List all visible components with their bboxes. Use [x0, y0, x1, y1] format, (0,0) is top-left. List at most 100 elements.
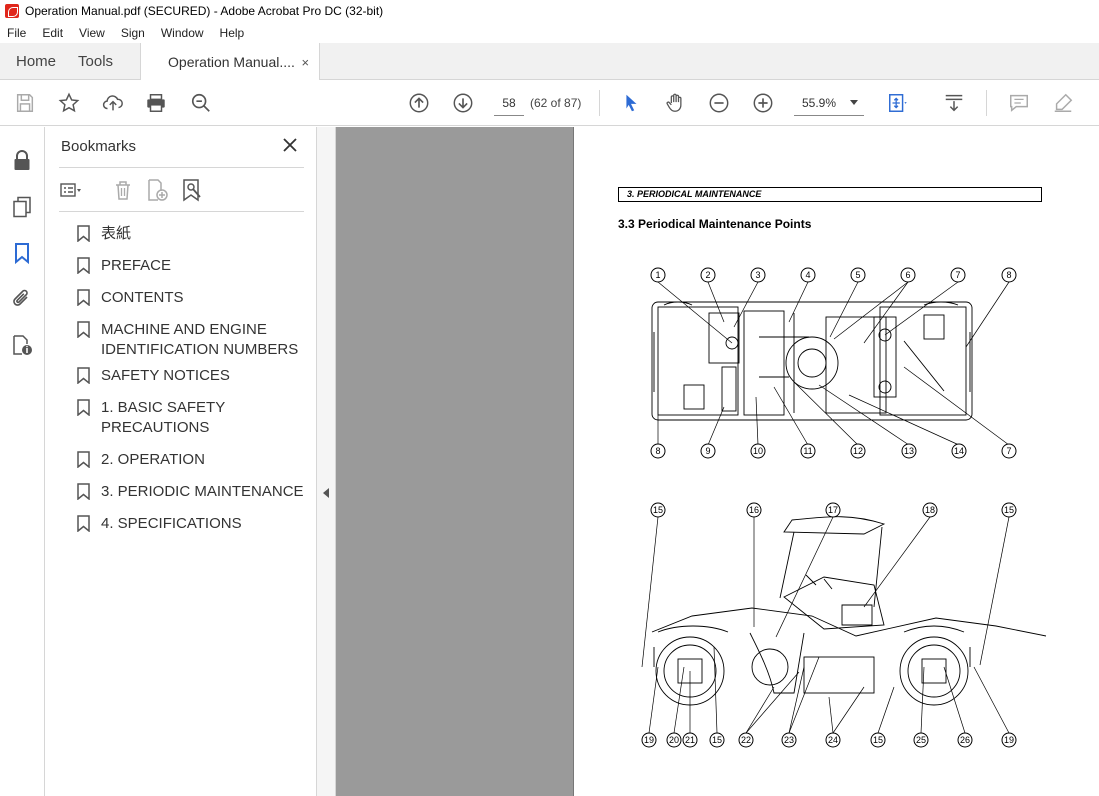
- bookmark-item[interactable]: 1. BASIC SAFETY PRECAUTIONS: [77, 398, 317, 438]
- menu-bar: File Edit View Sign Window Help: [0, 22, 1099, 43]
- comment-icon[interactable]: [1007, 91, 1031, 115]
- bookmark-item[interactable]: 表紙: [77, 224, 317, 244]
- close-tab-icon[interactable]: ×: [301, 55, 309, 70]
- svg-text:1: 1: [655, 270, 660, 280]
- tab-tools[interactable]: Tools: [72, 43, 129, 79]
- bookmark-item[interactable]: CONTENTS: [77, 288, 317, 308]
- divider: [59, 167, 304, 168]
- bookmark-icon: [77, 225, 90, 242]
- star-icon[interactable]: [57, 91, 81, 115]
- previous-page-icon[interactable]: [407, 91, 431, 115]
- toolbar-separator: [599, 90, 600, 116]
- bookmark-list: 表紙 PREFACE CONTENTS MACHINE AND ENGINE I…: [77, 224, 317, 546]
- panel-collapse-handle[interactable]: [317, 127, 336, 796]
- print-icon[interactable]: [144, 91, 168, 115]
- chevron-down-icon: [850, 100, 858, 105]
- svg-text:15: 15: [873, 735, 883, 745]
- callout-bubble: 7: [950, 267, 966, 283]
- zoom-search-icon[interactable]: [189, 91, 213, 115]
- bookmark-item[interactable]: 3. PERIODIC MAINTENANCE: [77, 482, 317, 502]
- callout-bubble: 6: [900, 267, 916, 283]
- menu-help[interactable]: Help: [212, 26, 253, 40]
- svg-text:7: 7: [955, 270, 960, 280]
- callout-bubble: 2: [700, 267, 716, 283]
- svg-text:19: 19: [1004, 735, 1014, 745]
- bookmark-item[interactable]: 2. OPERATION: [77, 450, 317, 470]
- new-bookmark-icon[interactable]: [145, 178, 171, 204]
- callouts-side-view-lower: 19 20 21 15 22 23 24 15 25 26 19: [641, 732, 1017, 748]
- save-icon[interactable]: [13, 91, 37, 115]
- bookmark-label: PREFACE: [101, 257, 172, 274]
- bookmark-item[interactable]: 4. SPECIFICATIONS: [77, 514, 317, 534]
- svg-text:14: 14: [954, 446, 964, 456]
- document-info-icon[interactable]: [10, 333, 34, 357]
- bookmark-item[interactable]: MACHINE AND ENGINE IDENTIFICATION NUMBER…: [77, 320, 317, 360]
- callout-bubble: 4: [800, 267, 816, 283]
- bookmark-label: CONTENTS: [101, 289, 184, 306]
- highlight-pen-icon[interactable]: [1051, 91, 1075, 115]
- select-cursor-icon[interactable]: [619, 91, 643, 115]
- bookmark-item[interactable]: PREFACE: [77, 256, 317, 276]
- bookmark-icon: [77, 321, 90, 338]
- tab-document-label: Operation Manual....: [168, 54, 295, 70]
- delete-bookmark-icon[interactable]: [111, 178, 137, 204]
- page-number-input[interactable]: 58: [494, 90, 524, 116]
- bookmark-item[interactable]: SAFETY NOTICES: [77, 366, 317, 386]
- zoom-out-icon[interactable]: [707, 91, 731, 115]
- callout-bubble: 8: [1001, 267, 1017, 283]
- tab-bar: Home Tools Operation Manual.... ×: [0, 43, 1099, 81]
- bookmarks-title: Bookmarks: [61, 138, 137, 155]
- callout-bubble: 14: [951, 443, 967, 459]
- svg-text:18: 18: [925, 505, 935, 515]
- menu-sign[interactable]: Sign: [113, 26, 153, 40]
- callout-bubble: 19: [1001, 732, 1017, 748]
- close-icon[interactable]: [280, 135, 300, 155]
- callouts-top-view-lower: 8 9 10 11 12 13 14 7: [650, 443, 1017, 459]
- callout-bubble: 11: [800, 443, 816, 459]
- callout-bubble: 19: [641, 732, 657, 748]
- svg-text:6: 6: [905, 270, 910, 280]
- bookmark-panel-icon[interactable]: [10, 241, 34, 265]
- callout-bubble: 25: [913, 732, 929, 748]
- zoom-select[interactable]: 55.9%: [794, 90, 864, 116]
- callout-bubble: 9: [700, 443, 716, 459]
- next-page-icon[interactable]: [451, 91, 475, 115]
- svg-text:21: 21: [685, 735, 695, 745]
- tab-document[interactable]: Operation Manual.... ×: [140, 43, 321, 81]
- bookmark-icon: [77, 483, 90, 500]
- svg-text:8: 8: [1006, 270, 1011, 280]
- menu-file[interactable]: File: [0, 26, 34, 40]
- bookmark-label: 1. BASIC SAFETY PRECAUTIONS: [101, 399, 225, 436]
- page-fit-icon[interactable]: [886, 91, 910, 115]
- callout-bubble: 15: [870, 732, 886, 748]
- bookmark-icon: [77, 451, 90, 468]
- svg-text:3: 3: [755, 270, 760, 280]
- top-view-machine: [651, 301, 973, 421]
- tab-home[interactable]: Home: [0, 43, 72, 79]
- side-view-machine: [651, 516, 1047, 706]
- callout-bubble: 13: [901, 443, 917, 459]
- callouts-side-view-upper: 15 16 17 18 15: [650, 502, 1017, 518]
- svg-text:11: 11: [803, 446, 812, 456]
- callout-bubble: 7: [1001, 443, 1017, 459]
- svg-text:17: 17: [828, 505, 838, 515]
- zoom-in-icon[interactable]: [751, 91, 775, 115]
- scroll-mode-icon[interactable]: [942, 91, 966, 115]
- bookmark-options-icon[interactable]: [59, 178, 85, 204]
- menu-window[interactable]: Window: [153, 26, 212, 40]
- pages-thumbnail-icon[interactable]: [10, 195, 34, 219]
- bookmark-label: 2. OPERATION: [101, 451, 205, 468]
- svg-text:5: 5: [855, 270, 860, 280]
- window-title: Operation Manual.pdf (SECURED) - Adobe A…: [25, 4, 384, 18]
- svg-text:13: 13: [904, 446, 914, 456]
- callout-bubble: 24: [825, 732, 841, 748]
- menu-edit[interactable]: Edit: [34, 26, 71, 40]
- menu-view[interactable]: View: [71, 26, 113, 40]
- attachment-icon[interactable]: [10, 287, 34, 311]
- lock-icon[interactable]: [10, 149, 34, 173]
- hand-tool-icon[interactable]: [663, 91, 687, 115]
- cloud-upload-icon[interactable]: [101, 91, 125, 115]
- bookmarks-panel: Bookmarks 表紙 PREFACE CONTENTS MACHINE AN…: [45, 127, 317, 796]
- find-bookmark-icon[interactable]: [180, 178, 206, 204]
- pdf-page: 3. PERIODICAL MAINTENANCE 3.3 Periodical…: [573, 127, 1099, 796]
